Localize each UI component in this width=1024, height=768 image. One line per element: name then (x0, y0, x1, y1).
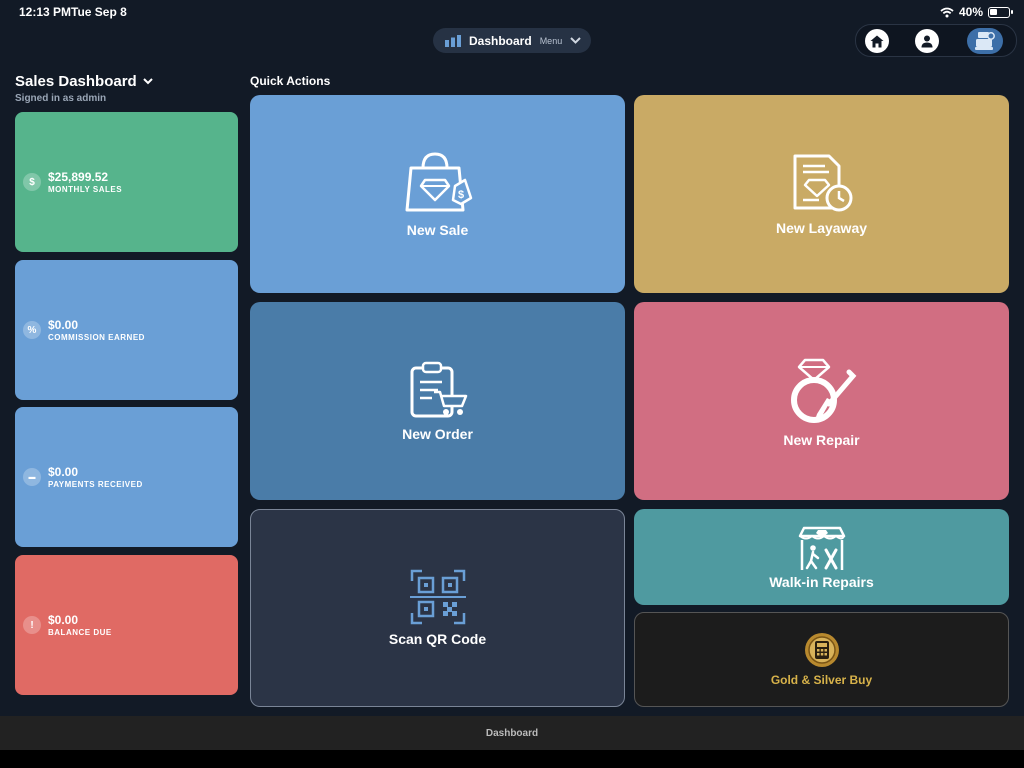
stat-value: $25,899.52 (48, 169, 109, 184)
stat-card-commission[interactable]: % $0.00 COMMISSION EARNED (15, 260, 238, 400)
stat-card-payments[interactable]: ▬ $0.00 PAYMENTS RECEIVED (15, 407, 238, 547)
gold-coin-icon (804, 633, 839, 667)
stat-value: $0.00 (48, 317, 79, 332)
tile-label: New Order (402, 426, 473, 442)
new-sale-tile[interactable]: $ New Sale (250, 95, 625, 293)
stat-value: $0.00 (48, 612, 79, 627)
scan-qr-code-tile[interactable]: Scan QR Code (250, 509, 625, 707)
status-bar: 12:13 PM Tue Sep 8 40% (0, 0, 1024, 24)
bar-chart-icon (445, 34, 461, 47)
status-time: 12:13 PM (19, 5, 72, 19)
storefront-walk-icon (798, 526, 845, 570)
stat-label: MONTHLY SALES (48, 184, 123, 194)
stat-value: $0.00 (48, 464, 79, 479)
user-icon (921, 35, 933, 47)
clipboard-cart-icon (410, 361, 467, 418)
tile-label: New Layaway (775, 220, 868, 236)
battery-percent: 40% (958, 5, 983, 19)
svg-text:$: $ (457, 189, 463, 201)
dashboard-menu-button[interactable]: Dashboard Menu (433, 28, 591, 53)
document-clock-icon (793, 154, 852, 212)
new-order-tile[interactable]: New Order (250, 302, 625, 500)
register-settings-icon (975, 32, 995, 50)
quick-actions-title: Quick Actions (250, 74, 331, 88)
walk-in-repairs-tile[interactable]: Walk-in Repairs (634, 509, 1009, 605)
chevron-down-icon (143, 78, 153, 85)
status-date: Tue Sep 8 (71, 5, 127, 19)
percent-icon: % (23, 321, 41, 339)
card-icon: ▬ (23, 468, 41, 486)
tab-dashboard[interactable]: Dashboard (486, 728, 538, 739)
home-button[interactable] (865, 29, 889, 53)
home-icon (870, 35, 884, 47)
shopping-bag-diamond-icon: $ (405, 152, 472, 212)
settings-button[interactable] (967, 28, 1003, 54)
chevron-down-icon (570, 37, 581, 44)
tile-label: New Sale (406, 222, 469, 238)
dollar-icon: $ (23, 173, 41, 191)
menu-label: Dashboard (469, 33, 532, 48)
stat-label: COMMISSION EARNED (48, 332, 145, 342)
stat-label: BALANCE DUE (48, 627, 112, 637)
stat-card-monthly-sales[interactable]: $ $25,899.52 MONTHLY SALES (15, 112, 238, 252)
tile-label: New Repair (783, 432, 860, 448)
gold-silver-buy-tile[interactable]: Gold & Silver Buy (634, 612, 1009, 707)
ring-screwdriver-icon (790, 358, 856, 423)
status-right: 40% (940, 5, 1013, 19)
tile-label: Walk-in Repairs (769, 574, 874, 590)
profile-button[interactable] (915, 29, 939, 53)
bottom-tab-bar: Dashboard (0, 716, 1024, 750)
alert-icon: ! (23, 616, 41, 634)
new-layaway-tile[interactable]: New Layaway (634, 95, 1009, 293)
wifi-icon (940, 7, 954, 17)
sales-dashboard-title[interactable]: Sales Dashboard (15, 73, 153, 90)
tile-label: Scan QR Code (388, 631, 487, 647)
sidebar-title-text: Sales Dashboard (15, 73, 137, 90)
signed-in-label: Signed in as admin (15, 93, 107, 104)
tile-label: Gold & Silver Buy (770, 673, 873, 687)
qr-code-icon (409, 569, 466, 625)
menu-sublabel: Menu (539, 35, 563, 46)
stat-card-balance-due[interactable]: ! $0.00 BALANCE DUE (15, 555, 238, 695)
home-indicator-area (0, 750, 1024, 768)
battery-icon (988, 6, 1013, 18)
stat-label: PAYMENTS RECEIVED (48, 479, 143, 489)
top-icon-group (855, 24, 1017, 57)
new-repair-tile[interactable]: New Repair (634, 302, 1009, 500)
